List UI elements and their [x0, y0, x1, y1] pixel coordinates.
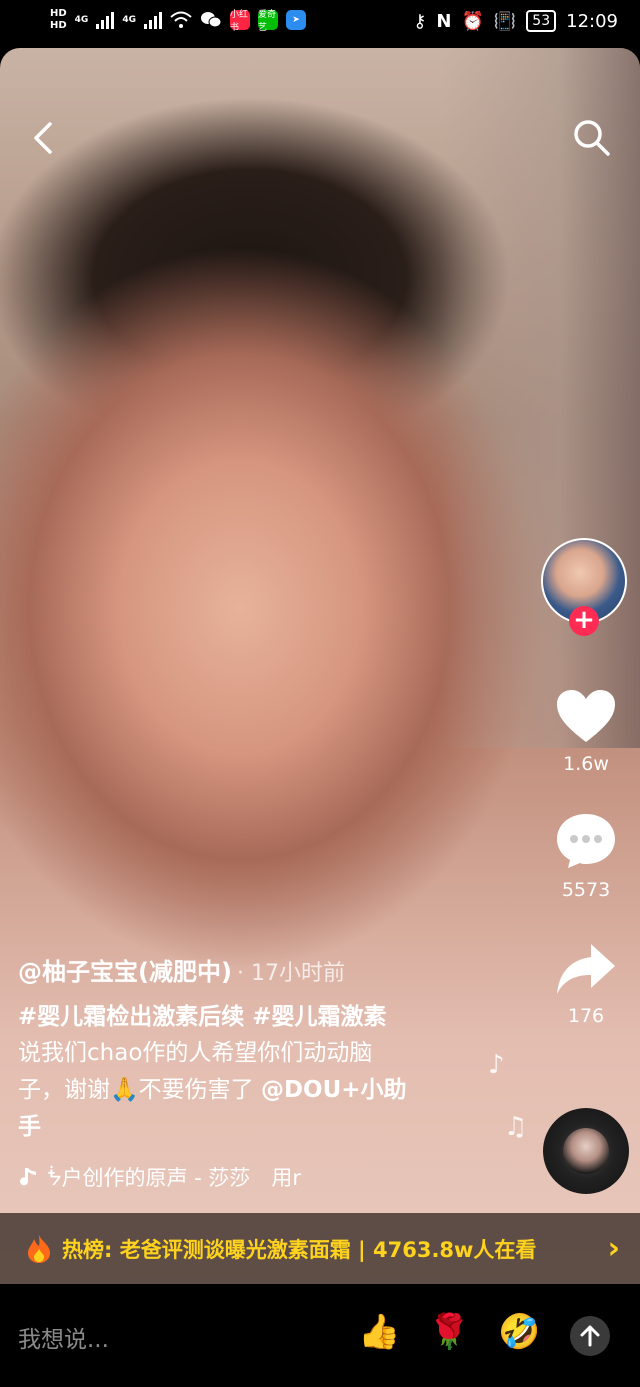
- status-bar: HD HD 4G 4G 小红书 爱奇艺 ➤ ⚷ N ⏰ 📳 53 12:09: [0, 0, 640, 48]
- network-type: 4G: [122, 15, 136, 25]
- wifi-icon: [170, 11, 192, 28]
- post-info: @柚子宝宝(减肥中) · 17小时前 #婴儿霜检出激素后续 #婴儿霜激素 说我们…: [18, 952, 488, 1146]
- like-button[interactable]: 1.6w: [546, 688, 626, 775]
- telegram-icon: ➤: [285, 10, 306, 30]
- share-count: 176: [567, 1005, 605, 1027]
- battery-indicator: 53: [526, 10, 557, 32]
- post-time: · 17小时前: [237, 961, 346, 986]
- share-icon: [557, 944, 615, 994]
- iqiyi-icon: 爱奇艺: [257, 10, 278, 33]
- post-description: 说我们chao作的人希望你们动动脑 子，谢谢🙏不要伤害了 @DOU+小助 手: [18, 1035, 488, 1146]
- chevron-right-icon[interactable]: ›: [608, 1231, 620, 1266]
- mention-link[interactable]: 手: [18, 1114, 41, 1140]
- laughing-emoji-button[interactable]: 🤣: [498, 1312, 540, 1352]
- flame-icon: [28, 1234, 50, 1263]
- alarm-icon: ⏰: [461, 10, 484, 32]
- music-title: ᖭ户创作的原声 - 莎莎 用𝗋: [48, 1166, 302, 1190]
- music-info[interactable]: ᖭ户创作的原声 - 莎莎 用𝗋: [18, 1162, 301, 1192]
- search-icon[interactable]: [570, 116, 614, 160]
- arrow-up-icon: [580, 1325, 600, 1347]
- music-note-icon: [20, 1168, 36, 1186]
- comment-composer: 我想说... 👍 🌹 🤣: [0, 1284, 640, 1387]
- disc-cover: [563, 1128, 609, 1174]
- xiaohongshu-icon: 小红书: [229, 10, 250, 33]
- signal-icon: [143, 11, 162, 29]
- music-disc-button[interactable]: [543, 1108, 629, 1194]
- key-icon: ⚷: [413, 10, 427, 32]
- clock: 12:09: [566, 10, 618, 32]
- music-note-icon: ♫: [504, 1112, 528, 1142]
- hot-list-banner[interactable]: 热榜: 老爸评测谈曝光激素面霜 | 4763.8w人在看 ›: [0, 1213, 640, 1284]
- author-name[interactable]: @柚子宝宝(减肥中): [18, 958, 232, 986]
- description-line: 子，谢谢🙏不要伤害了 @DOU+小助: [18, 1072, 488, 1109]
- follow-button[interactable]: +: [569, 606, 599, 636]
- hashtags[interactable]: #婴儿霜检出激素后续 #婴儿霜激素: [18, 997, 488, 1031]
- like-count: 1.6w: [563, 753, 609, 775]
- description-line: 手: [18, 1109, 488, 1146]
- hd-label: HD: [50, 20, 67, 31]
- heart-icon: [557, 690, 615, 742]
- nfc-icon: N: [436, 10, 452, 32]
- vibrate-icon: 📳: [493, 10, 517, 32]
- comment-input[interactable]: 我想说...: [18, 1320, 109, 1354]
- signal-icon: [96, 11, 115, 29]
- description-text: 子，谢谢🙏不要伤害了: [18, 1077, 261, 1103]
- author-avatar-group[interactable]: +: [541, 538, 631, 638]
- hd-label: HD: [50, 8, 67, 19]
- network-type: 4G: [74, 15, 89, 25]
- thumbs-up-emoji-button[interactable]: 👍: [358, 1312, 400, 1352]
- hd-indicator: HD HD: [50, 8, 67, 32]
- wechat-icon: [200, 12, 222, 28]
- description-line: 说我们chao作的人希望你们动动脑: [18, 1040, 373, 1066]
- music-note-icon: ♪: [488, 1050, 505, 1080]
- comment-count: 5573: [561, 879, 611, 901]
- share-button[interactable]: 176: [546, 942, 626, 1027]
- mention-link[interactable]: @DOU+小助: [261, 1077, 407, 1103]
- rose-emoji-button[interactable]: 🌹: [428, 1312, 470, 1352]
- send-button[interactable]: [570, 1316, 610, 1356]
- hot-list-text: 热榜: 老爸评测谈曝光激素面霜 | 4763.8w人在看: [62, 1237, 537, 1262]
- back-icon[interactable]: [26, 118, 66, 158]
- comment-button[interactable]: 5573: [546, 812, 626, 901]
- comment-icon: [557, 814, 615, 868]
